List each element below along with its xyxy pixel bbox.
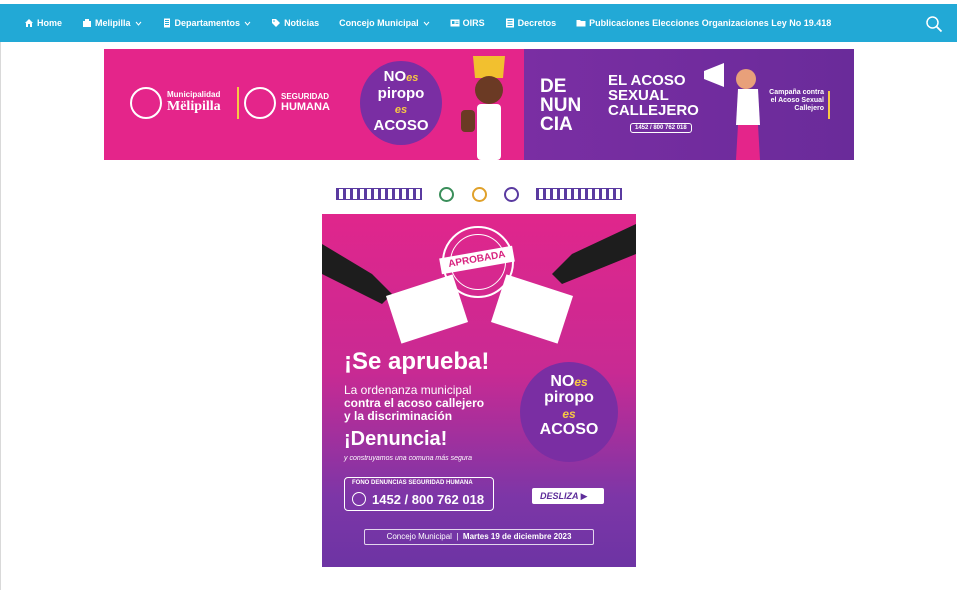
poster-bubble-text: NOes piropo es ACOSO [539, 373, 599, 438]
nav-item-publicaciones[interactable]: Publicaciones Elecciones Organizaciones … [576, 4, 831, 42]
desliza-button[interactable]: DESLIZA ▶ [532, 488, 604, 504]
nav-item-decretos[interactable]: Decretos [505, 4, 557, 42]
nav-menu: Home Melipilla Departamentos Noticias Co… [24, 4, 851, 42]
nav-item-label: Noticias [284, 18, 320, 28]
document-icon [162, 18, 172, 28]
decorative-stripe [336, 188, 422, 200]
home-icon [24, 18, 34, 28]
woman-illustration [461, 56, 505, 160]
nav-item-noticias[interactable]: Noticias [271, 4, 319, 42]
campana-text: Campaña contra el Acoso Sexual Callejero [769, 89, 824, 112]
top-navbar: Home Melipilla Departamentos Noticias Co… [0, 4, 957, 42]
poster-tagline: y construyamos una comuna más segura [344, 455, 473, 462]
acoso-text: EL ACOSO SEXUAL CALLEJERO [608, 72, 699, 119]
list-icon [505, 18, 515, 28]
nav-item-departamentos[interactable]: Departamentos [162, 4, 252, 42]
nav-item-label: Melipilla [95, 18, 131, 28]
logo-strip [336, 184, 622, 204]
chevron-down-icon [423, 20, 430, 27]
chevron-down-icon [244, 20, 251, 27]
denuncia-text: DE NUN CIA [540, 76, 582, 135]
id-card-icon [450, 18, 460, 28]
decorative-stripe [536, 188, 622, 200]
nav-item-label: Publicaciones Elecciones Organizaciones … [589, 18, 832, 28]
logo2-line2: HUMANA [281, 101, 330, 114]
poster-denuncia: ¡Denuncia! [344, 428, 448, 450]
nav-item-home[interactable]: Home [24, 4, 62, 42]
nav-item-label: Departamentos [174, 18, 241, 28]
municipal-logo-icon [439, 186, 455, 202]
campaign-banner[interactable]: Municipalidad Mëlipilla SEGURIDAD HUMANA… [104, 49, 854, 160]
nav-item-label: Home [37, 18, 63, 28]
nav-item-melipilla[interactable]: Melipilla [82, 4, 142, 42]
campana-accent-bar [828, 91, 830, 119]
building-icon [82, 18, 92, 28]
nav-item-label: Decretos [517, 18, 557, 28]
poster-footer: Concejo Municipal | Martes 19 de diciemb… [364, 529, 594, 545]
fono-label: FONO DENUNCIAS SEGURIDAD HUMANA [352, 480, 473, 486]
tag-icon [271, 18, 281, 28]
logo-name-text: Mëlipilla [167, 99, 221, 115]
logo-separator [237, 87, 239, 119]
seguridad-seal-icon [244, 87, 276, 119]
logo-small-text: Municipalidad [167, 89, 221, 99]
municipal-seal-icon [130, 87, 162, 119]
logo2-line1: SEGURIDAD [281, 91, 330, 101]
seguridad-logo-icon [503, 186, 519, 202]
chevron-down-icon [135, 20, 142, 27]
nav-item-label: Concejo Municipal [339, 18, 419, 28]
coat-of-arms-icon [471, 186, 487, 202]
banner-phone: 1452 / 800 762 018 [630, 123, 692, 133]
nav-item-oirs[interactable]: OIRS [450, 4, 485, 42]
nav-item-concejo-municipal[interactable]: Concejo Municipal [339, 4, 430, 42]
nav-item-label: OIRS [462, 18, 485, 28]
municipalidad-logo: Municipalidad Mëlipilla [130, 87, 221, 119]
fono-number: 1452 / 800 762 018 [372, 492, 485, 507]
content-left-border [0, 42, 1, 590]
poster-title: ¡Se aprueba! [344, 348, 490, 375]
megaphone-woman-illustration [704, 63, 760, 160]
seguridad-humana-logo: SEGURIDAD HUMANA [244, 87, 330, 119]
folder-icon [576, 18, 586, 28]
poster-subtitle: La ordenanza municipal contra el acoso c… [344, 383, 485, 423]
speech-bubble-text: NOes piropo es ACOSO [373, 68, 429, 134]
search-icon[interactable] [925, 15, 943, 33]
phone-icon [352, 492, 366, 506]
ordenanza-poster[interactable]: APROBADA ¡Se aprueba! La ordenanza munic… [322, 214, 636, 567]
